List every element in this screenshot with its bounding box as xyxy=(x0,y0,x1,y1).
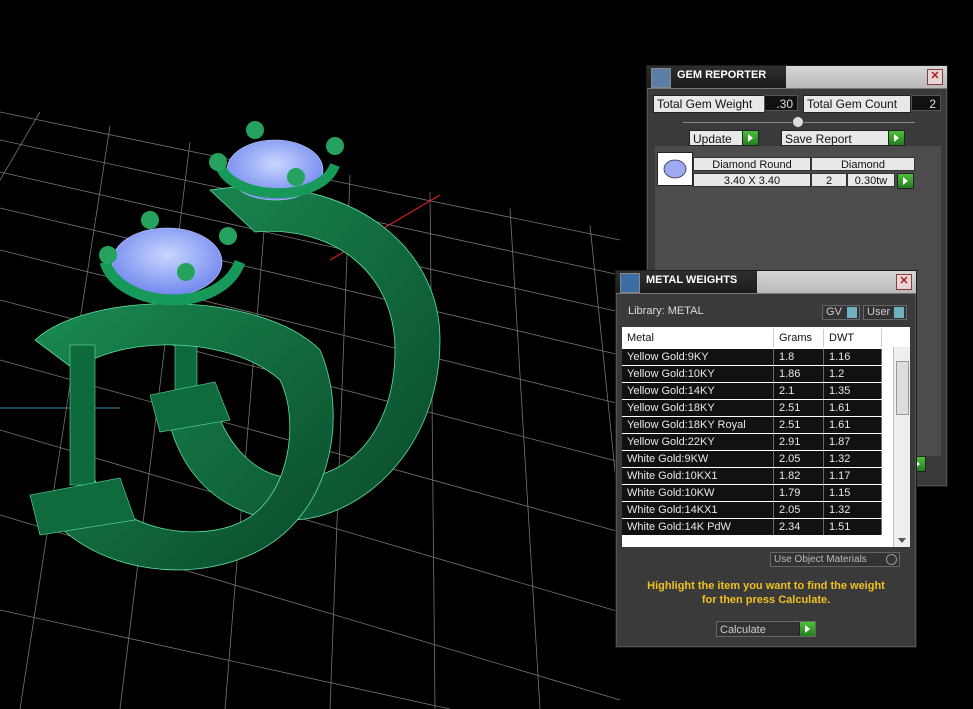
total-gem-weight-value: .30 xyxy=(764,95,798,111)
gem-name-cell[interactable]: Diamond Round xyxy=(693,157,811,171)
scroll-down-icon[interactable] xyxy=(898,538,906,543)
dwt-cell: 1.17 xyxy=(824,468,882,484)
update-button[interactable]: Update xyxy=(689,130,759,146)
grams-cell: 1.86 xyxy=(774,366,824,382)
grams-cell: 2.91 xyxy=(774,434,824,450)
user-indicator-icon xyxy=(894,307,904,318)
gv-toggle-label: GV xyxy=(826,306,842,318)
calculate-button[interactable]: Calculate xyxy=(716,621,816,637)
user-toggle-label: User xyxy=(867,306,891,318)
metal-name-cell: Yellow Gold:14KY xyxy=(622,383,774,399)
table-row[interactable]: Yellow Gold:10KY 1.86 1.2 xyxy=(622,366,892,383)
gem-thumbnail-icon[interactable] xyxy=(657,152,693,186)
table-row[interactable]: White Gold:14KX1 2.05 1.32 xyxy=(622,502,892,519)
gem-size-cell[interactable]: 3.40 X 3.40 xyxy=(693,173,811,187)
checkbox-icon xyxy=(886,554,897,565)
close-icon[interactable]: ✕ xyxy=(927,69,943,85)
save-report-button-label: Save Report xyxy=(785,132,852,146)
gv-toggle[interactable]: GV xyxy=(822,305,860,320)
dwt-cell: 1.2 xyxy=(824,366,882,382)
metal-name-cell: White Gold:10KW xyxy=(622,485,774,501)
go-arrow-icon xyxy=(897,174,913,188)
dwt-cell: 1.32 xyxy=(824,451,882,467)
go-arrow-icon xyxy=(888,131,904,145)
metal-name-cell: White Gold:10KX1 xyxy=(622,468,774,484)
gem-weight-cell[interactable]: 0.30tw xyxy=(847,173,895,187)
column-header-metal[interactable]: Metal xyxy=(622,329,774,347)
dwt-cell: 1.87 xyxy=(824,434,882,450)
metal-weights-icon xyxy=(620,273,640,293)
update-button-label: Update xyxy=(693,132,732,146)
grams-cell: 2.1 xyxy=(774,383,824,399)
gem-type-cell[interactable]: Diamond xyxy=(811,157,915,171)
gem-row-go-button[interactable] xyxy=(897,173,914,189)
slider-knob-icon[interactable] xyxy=(792,116,804,128)
metal-name-cell: Yellow Gold:18KY Royal xyxy=(622,417,774,433)
use-object-materials-button[interactable]: Use Object Materials xyxy=(770,552,900,567)
table-row[interactable]: Yellow Gold:18KY Royal 2.51 1.61 xyxy=(622,417,892,434)
hint-line-1: Highlight the item you want to find the … xyxy=(647,580,885,592)
column-header-grams[interactable]: Grams xyxy=(774,329,824,347)
gem-reporter-titlebar[interactable]: GEM REPORTER ✕ xyxy=(647,66,947,89)
metal-name-cell: White Gold:14K PdW xyxy=(622,519,774,535)
gem-reporter-title: GEM REPORTER xyxy=(677,69,767,81)
gv-indicator-icon xyxy=(847,307,857,318)
metal-weights-titlebar[interactable]: METAL WEIGHTS ✕ xyxy=(616,271,916,294)
dwt-cell: 1.16 xyxy=(824,349,882,365)
table-scrollbar[interactable] xyxy=(893,347,910,547)
grams-cell: 2.51 xyxy=(774,417,824,433)
total-gem-weight-label: Total Gem Weight xyxy=(653,95,765,113)
gem-count-cell[interactable]: 2 xyxy=(811,173,847,187)
dwt-cell: 1.51 xyxy=(824,519,882,535)
calculate-button-label: Calculate xyxy=(720,624,766,636)
metal-name-cell: Yellow Gold:18KY xyxy=(622,400,774,416)
hint-line-2: for then press Calculate. xyxy=(701,594,831,606)
grams-cell: 1.82 xyxy=(774,468,824,484)
table-row[interactable]: Yellow Gold:22KY 2.91 1.87 xyxy=(622,434,892,451)
close-icon[interactable]: ✕ xyxy=(896,274,912,290)
grams-cell: 2.05 xyxy=(774,451,824,467)
library-label: Library: METAL xyxy=(628,305,704,317)
total-gem-count-label: Total Gem Count xyxy=(803,95,911,113)
gem-reporter-icon xyxy=(651,68,671,88)
table-row[interactable]: White Gold:10KX1 1.82 1.17 xyxy=(622,468,892,485)
grams-cell: 2.51 xyxy=(774,400,824,416)
metal-name-cell: White Gold:9KW xyxy=(622,451,774,467)
dwt-cell: 1.35 xyxy=(824,383,882,399)
metal-name-cell: White Gold:14KX1 xyxy=(622,502,774,518)
dwt-cell: 1.61 xyxy=(824,417,882,433)
dwt-cell: 1.15 xyxy=(824,485,882,501)
go-arrow-icon xyxy=(799,622,815,636)
dwt-cell: 1.32 xyxy=(824,502,882,518)
total-gem-count-value: 2 xyxy=(911,95,941,111)
metal-name-cell: Yellow Gold:22KY xyxy=(622,434,774,450)
table-row[interactable]: White Gold:9KW 2.05 1.32 xyxy=(622,451,892,468)
table-row[interactable]: White Gold:10KW 1.79 1.15 xyxy=(622,485,892,502)
metal-weights-panel: METAL WEIGHTS ✕ Library: METAL GV User M… xyxy=(615,270,917,648)
user-toggle[interactable]: User xyxy=(863,305,907,320)
dwt-cell: 1.61 xyxy=(824,400,882,416)
grams-cell: 2.05 xyxy=(774,502,824,518)
save-report-button[interactable]: Save Report xyxy=(781,130,905,146)
table-row[interactable]: White Gold:14K PdW 2.34 1.51 xyxy=(622,519,892,536)
grams-cell: 1.8 xyxy=(774,349,824,365)
column-header-dwt[interactable]: DWT xyxy=(824,329,882,347)
metal-weights-title-tab: METAL WEIGHTS xyxy=(616,271,758,293)
calculate-hint: Highlight the item you want to find the … xyxy=(626,579,906,607)
scrollbar-thumb[interactable] xyxy=(896,361,909,415)
table-row[interactable]: Yellow Gold:18KY 2.51 1.61 xyxy=(622,400,892,417)
grams-cell: 1.79 xyxy=(774,485,824,501)
use-object-materials-label: Use Object Materials xyxy=(774,554,867,565)
metal-name-cell: Yellow Gold:9KY xyxy=(622,349,774,365)
gem-reporter-title-tab: GEM REPORTER xyxy=(647,66,787,88)
metal-name-cell: Yellow Gold:10KY xyxy=(622,366,774,382)
metal-table: Metal Grams DWT Yellow Gold:9KY 1.8 1.16 Ye… xyxy=(622,327,910,547)
table-row[interactable]: Yellow Gold:9KY 1.8 1.16 xyxy=(622,349,892,366)
table-row[interactable]: Yellow Gold:14KY 2.1 1.35 xyxy=(622,383,892,400)
grams-cell: 2.34 xyxy=(774,519,824,535)
go-arrow-icon xyxy=(742,131,758,145)
metal-weights-title: METAL WEIGHTS xyxy=(646,274,738,286)
